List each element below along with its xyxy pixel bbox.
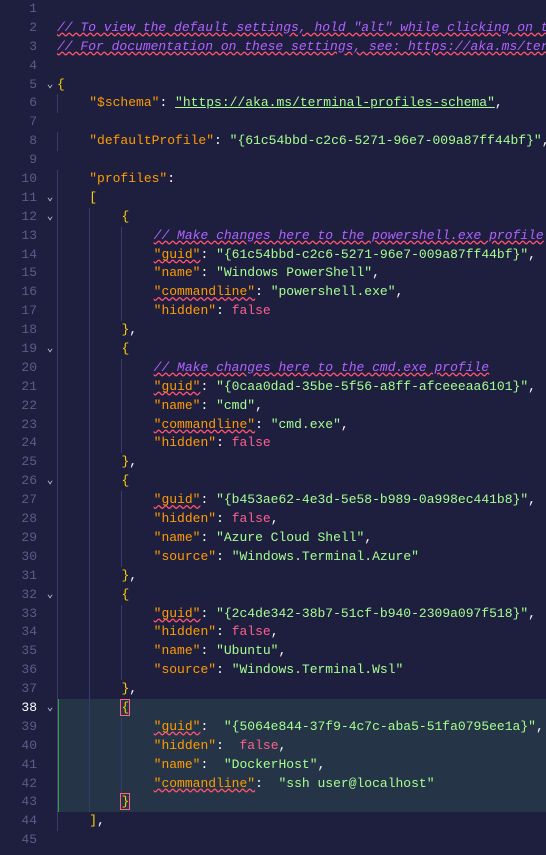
code-content[interactable]: // To view the default settings, hold "a… [57,0,546,855]
fold-chevron-icon[interactable]: ⌄ [43,472,57,491]
code-line[interactable]: // For documentation on these settings, … [57,38,546,57]
code-line[interactable]: { [57,586,546,605]
code-line[interactable]: "$schema": "https://aka.ms/terminal-prof… [57,94,546,113]
fold-chevron-icon [43,264,57,283]
fold-chevron-icon [43,510,57,529]
fold-chevron-icon [43,775,57,794]
code-line[interactable]: "hidden": false [57,434,546,453]
code-line[interactable] [57,831,546,850]
code-line[interactable]: { [57,472,546,491]
code-line[interactable]: "guid": "{5064e844-37f9-4c7c-aba5-51fa07… [57,718,546,737]
fold-chevron-icon [43,491,57,510]
fold-chevron-icon [43,737,57,756]
fold-chevron-icon [43,812,57,831]
fold-chevron-icon [43,793,57,812]
code-line[interactable]: }, [57,567,546,586]
fold-chevron-icon [43,453,57,472]
code-line[interactable]: { [57,699,546,718]
code-line[interactable]: { [57,208,546,227]
code-line[interactable]: // Make changes here to the powershell.e… [57,227,546,246]
code-line[interactable]: "guid": "{2c4de342-38b7-51cf-b940-2309a0… [57,605,546,624]
fold-chevron-icon [43,623,57,642]
fold-chevron-icon [43,113,57,132]
code-line[interactable]: } [57,793,546,812]
code-line[interactable]: "commandline": "ssh user@localhost" [57,775,546,794]
code-line[interactable]: { [57,340,546,359]
fold-chevron-icon [43,397,57,416]
fold-chevron-icon[interactable]: ⌄ [43,699,57,718]
fold-column: ⌄⌄⌄⌄⌄⌄⌄ [43,0,57,855]
fold-chevron-icon [43,756,57,775]
fold-chevron-icon[interactable]: ⌄ [43,189,57,208]
fold-chevron-icon [43,416,57,435]
code-line[interactable]: "hidden": false, [57,510,546,529]
fold-chevron-icon [43,321,57,340]
code-line[interactable]: "commandline": "powershell.exe", [57,283,546,302]
fold-chevron-icon [43,19,57,38]
code-editor[interactable]: 1234567891011121314151617181920212223242… [0,0,546,855]
fold-chevron-icon [43,38,57,57]
code-line[interactable]: "name": "Ubuntu", [57,642,546,661]
code-line[interactable]: "guid": "{61c54bbd-c2c6-5271-96e7-009a87… [57,246,546,265]
fold-chevron-icon [43,283,57,302]
fold-chevron-icon [43,718,57,737]
fold-chevron-icon [43,605,57,624]
code-line[interactable]: "name": "cmd", [57,397,546,416]
code-line[interactable]: "defaultProfile": "{61c54bbd-c2c6-5271-9… [57,132,546,151]
fold-chevron-icon[interactable]: ⌄ [43,208,57,227]
code-line[interactable]: "hidden": false, [57,737,546,756]
fold-chevron-icon [43,302,57,321]
code-line[interactable] [57,113,546,132]
fold-chevron-icon [43,661,57,680]
code-line[interactable]: "name": "DockerHost", [57,756,546,775]
code-line[interactable]: "guid": "{b453ae62-4e3d-5e58-b989-0a998e… [57,491,546,510]
fold-chevron-icon [43,831,57,850]
fold-chevron-icon [43,151,57,170]
fold-chevron-icon [43,434,57,453]
code-line[interactable]: }, [57,321,546,340]
fold-chevron-icon [43,548,57,567]
code-line[interactable]: "source": "Windows.Terminal.Azure" [57,548,546,567]
line-number-gutter: 1234567891011121314151617181920212223242… [0,0,43,855]
code-line[interactable]: "name": "Windows PowerShell", [57,264,546,283]
code-line[interactable]: { [57,76,546,95]
fold-chevron-icon [43,94,57,113]
code-line[interactable]: [ [57,189,546,208]
fold-chevron-icon [43,680,57,699]
code-line[interactable] [57,57,546,76]
code-line[interactable]: "name": "Azure Cloud Shell", [57,529,546,548]
code-line[interactable]: "hidden": false [57,302,546,321]
fold-chevron-icon [43,378,57,397]
fold-chevron-icon [43,57,57,76]
code-line[interactable]: // Make changes here to the cmd.exe prof… [57,359,546,378]
code-line[interactable]: }, [57,680,546,699]
fold-chevron-icon [43,567,57,586]
code-line[interactable]: "hidden": false, [57,623,546,642]
fold-chevron-icon [43,642,57,661]
code-line[interactable]: "commandline": "cmd.exe", [57,416,546,435]
code-line[interactable]: "guid": "{0caa0dad-35be-5f56-a8ff-afceee… [57,378,546,397]
code-line[interactable]: }, [57,453,546,472]
fold-chevron-icon [43,132,57,151]
code-line[interactable]: ], [57,812,546,831]
fold-chevron-icon [43,246,57,265]
code-line[interactable]: "source": "Windows.Terminal.Wsl" [57,661,546,680]
fold-chevron-icon [43,529,57,548]
code-line[interactable]: "profiles": [57,170,546,189]
code-line[interactable]: // To view the default settings, hold "a… [57,19,546,38]
fold-chevron-icon[interactable]: ⌄ [43,340,57,359]
fold-chevron-icon[interactable]: ⌄ [43,76,57,95]
fold-chevron-icon [43,359,57,378]
fold-chevron-icon [43,0,57,19]
fold-chevron-icon[interactable]: ⌄ [43,586,57,605]
code-line[interactable] [57,151,546,170]
fold-chevron-icon [43,227,57,246]
fold-chevron-icon [43,170,57,189]
code-line[interactable] [57,0,546,19]
